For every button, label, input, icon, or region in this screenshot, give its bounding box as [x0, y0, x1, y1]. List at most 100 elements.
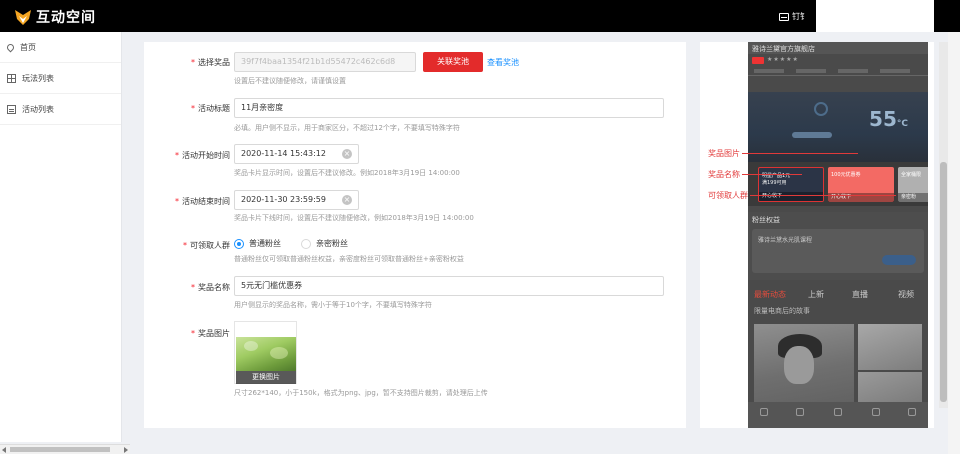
prize-image-hint: 尺寸262*140，小于150k，格式为png、jpg，暂不支持图片裁剪，请处理…	[234, 389, 488, 397]
activity-form: * 选择奖品 39f7f4baa1354f21b1d55472c462c6d8 关…	[144, 42, 686, 428]
tab-icon	[834, 408, 842, 416]
temperature-banner: 55°C	[748, 92, 928, 162]
user-label: 钉钅	[792, 12, 808, 21]
card-foot: 开心收下	[759, 192, 823, 201]
start-time-field[interactable]: 2020-11-14 15:43:12 ×	[234, 144, 359, 164]
end-time-hint: 奖品卡片下线时间，设置后不建议随便修改，例如2018年3月19日 14:00:0…	[234, 214, 474, 222]
content-nav: 最新动态 上新 直播 视频	[748, 286, 928, 302]
title-label: * 活动标题	[191, 104, 230, 113]
course-button	[882, 255, 916, 265]
prize-id-field: 39f7f4baa1354f21b1d55472c462c6d8	[234, 52, 416, 72]
sidebar-item-home[interactable]: 首页	[0, 32, 121, 63]
temperature-value: 55°C	[869, 107, 908, 131]
scroll-thumb[interactable]	[10, 447, 110, 452]
nav-item: 上新	[808, 290, 824, 299]
prize-card: 全家桶限 亲密粉	[898, 167, 928, 202]
sidebar-item-label: 首页	[20, 42, 36, 52]
shop-header: 雅诗兰黛官方旗舰店	[748, 42, 928, 54]
grid-icon	[7, 73, 16, 83]
sidebar: 首页 玩法列表 活动列表	[0, 32, 122, 442]
callout-prize-image: 奖品图片	[708, 149, 740, 158]
section-title: 粉丝权益	[752, 216, 780, 224]
end-time-value: 2020-11-30 23:59:59	[241, 195, 326, 204]
start-time-hint: 奖品卡片显示时间，设置后不建议修改。例如2018年3月19日 14:00:00	[234, 169, 460, 177]
scroll-right-icon[interactable]	[124, 447, 128, 453]
callout-prize-name: 奖品名称	[708, 170, 740, 179]
card-foot: 亲密粉	[898, 193, 928, 202]
activity-title-field[interactable]: 11月亲密度	[234, 98, 664, 118]
prize-image-thumbnail	[236, 337, 296, 371]
sidebar-item-label: 活动列表	[22, 104, 54, 114]
sidebar-item-play-list[interactable]: 玩法列表	[0, 63, 121, 94]
sidebar-item-label: 玩法列表	[22, 73, 54, 83]
shop-tabs	[748, 66, 928, 76]
monitor-icon	[779, 12, 789, 21]
scroll-thumb[interactable]	[940, 162, 947, 402]
prize-card: 100元优惠券 开心收下	[828, 167, 894, 202]
scroll-left-icon[interactable]	[2, 447, 6, 453]
end-time-label: * 活动结束时间	[175, 197, 230, 206]
card-title: 全家桶限	[901, 172, 922, 178]
nav-item: 视频	[898, 290, 914, 299]
radio-label: 普通粉丝	[249, 239, 281, 248]
clear-icon[interactable]: ×	[342, 195, 352, 205]
prize-image-label: * 奖品图片	[191, 329, 230, 338]
prize-name-hint: 用户侧显示的奖品名称，需小于等于10个字，不要填写特殊字符	[234, 301, 432, 309]
start-time-label: * 活动开始时间	[175, 151, 230, 160]
audience-hint: 普通粉丝仅可领取普通粉丝权益，亲密度粉丝可领取普通粉丝+亲密粉权益	[234, 255, 464, 263]
shop-badge	[752, 57, 764, 64]
top-user[interactable]: 钉钅	[779, 11, 808, 22]
fans-section: 粉丝权益 雅诗兰黛水光肌课程	[748, 212, 928, 280]
nav-item: 最新动态	[754, 290, 786, 299]
sidebar-item-activity-list[interactable]: 活动列表	[0, 94, 121, 125]
prize-image-upload[interactable]: 更换图片	[234, 321, 297, 384]
tab-icon	[872, 408, 880, 416]
right-edge	[948, 32, 960, 454]
shop-name: 雅诗兰黛官方旗舰店	[752, 45, 815, 53]
tab-icon	[908, 408, 916, 416]
phone-tab-bar	[748, 402, 928, 428]
audience-label: * 可领取人群	[183, 241, 230, 250]
tab-icon	[760, 408, 768, 416]
vertical-scrollbar[interactable]	[939, 42, 948, 408]
prize-hint: 设置后不建议随便修改，请谨慎设置	[234, 77, 346, 85]
nav-item: 直播	[852, 290, 868, 299]
clear-icon[interactable]: ×	[342, 149, 352, 159]
course-card: 雅诗兰黛水光肌课程	[752, 229, 924, 273]
callout-line	[750, 195, 896, 196]
feed-image	[858, 324, 922, 370]
radio-close-fans[interactable]: 亲密粉丝	[301, 238, 348, 249]
radio-checked-icon	[234, 238, 244, 249]
fox-logo-icon	[15, 9, 31, 25]
horizontal-scrollbar[interactable]	[0, 444, 130, 454]
change-image-button[interactable]: 更换图片	[236, 371, 296, 384]
prize-name-label: * 奖品名称	[191, 283, 230, 292]
top-bar-blank	[816, 0, 934, 32]
end-time-field[interactable]: 2020-11-30 23:59:59 ×	[234, 190, 359, 210]
radio-label: 亲密粉丝	[316, 239, 348, 248]
prize-label: * 选择奖品	[191, 58, 230, 67]
callout-audience: 可领取人群	[708, 191, 748, 200]
tab-icon	[796, 408, 804, 416]
callout-line	[742, 174, 802, 175]
news-title: 限量电商后的故事	[754, 307, 810, 315]
app-title: 互动空间	[36, 10, 96, 26]
app-logo[interactable]: 互动空间	[14, 7, 96, 27]
radio-normal-fans[interactable]: 普通粉丝	[234, 238, 281, 249]
prize-name-field[interactable]: 5元无门槛优惠券	[234, 276, 664, 296]
prize-card: 明星产品1元 满199可用 开心收下	[758, 167, 824, 202]
card-sub: 满199可用	[762, 180, 787, 186]
view-prize-pool-link[interactable]: 查看奖池	[487, 57, 519, 68]
top-bar: 互动空间 钉钅	[0, 0, 960, 32]
phone-preview: 雅诗兰黛官方旗舰店 ★★★★★ 55°C 明星产品1元 满199可用 开心收下 …	[748, 42, 928, 428]
progress-ring	[814, 102, 828, 116]
progress-pill	[792, 132, 832, 138]
start-time-value: 2020-11-14 15:43:12	[241, 149, 326, 158]
rating-stars: ★★★★★	[767, 56, 799, 63]
callout-line	[742, 153, 858, 154]
location-pin-icon	[5, 42, 16, 52]
link-prize-pool-button[interactable]: 关联奖池	[423, 52, 483, 72]
radio-unchecked-icon	[301, 238, 311, 249]
title-hint: 必填。用户侧不显示，用于商家区分，不超过12个字，不要填写特殊字符	[234, 124, 460, 132]
course-title: 雅诗兰黛水光肌课程	[758, 237, 813, 244]
